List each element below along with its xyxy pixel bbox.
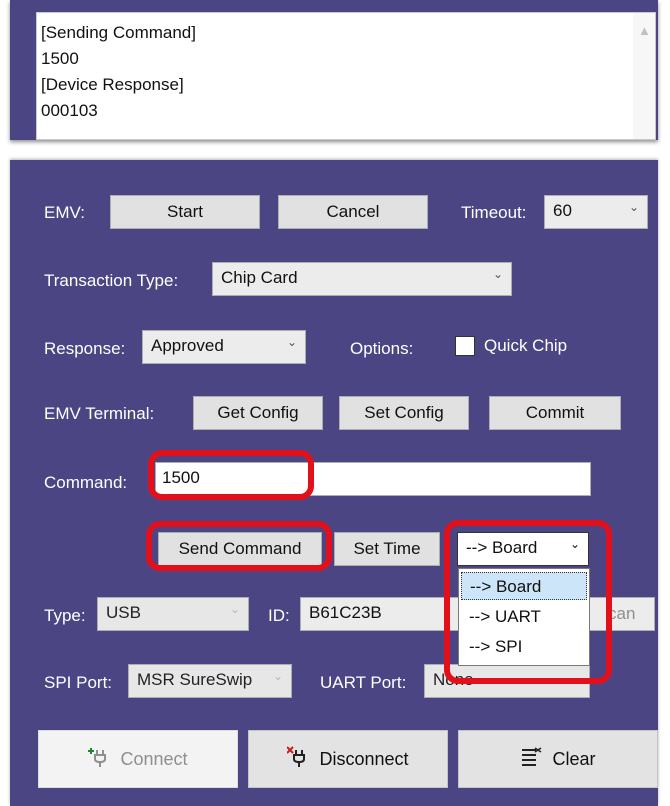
command-value: 1500 (162, 468, 200, 487)
chevron-down-icon: ⌄ (628, 200, 639, 214)
uart-port-select[interactable]: None (424, 664, 590, 698)
response-value: Approved (151, 336, 224, 355)
dropdown-option-board[interactable]: --> Board (461, 572, 587, 600)
chevron-down-icon: ⌄ (272, 669, 283, 683)
transaction-type-value: Chip Card (221, 268, 298, 287)
log-line: [Device Response] (41, 75, 184, 94)
disconnect-label: Disconnect (319, 748, 409, 769)
chevron-down-icon: ⌄ (492, 267, 503, 281)
target-value: --> Board (466, 538, 538, 557)
chevron-down-icon: ⌄ (229, 602, 240, 616)
id-value: B61C23B (309, 603, 382, 622)
transaction-type-label: Transaction Type: (44, 271, 179, 290)
log-line: [Sending Command] (41, 23, 196, 42)
target-select[interactable]: --> Board ⌄ (457, 532, 589, 566)
plug-x-icon (286, 745, 309, 773)
options-label: Options: (350, 339, 414, 358)
quick-chip-label: Quick Chip (484, 336, 568, 355)
spi-port-value: MSR SureSwip (137, 670, 253, 689)
dropdown-option-uart[interactable]: --> UART (461, 603, 587, 631)
get-config-button[interactable]: Get Config (193, 396, 323, 430)
set-time-button[interactable]: Set Time (334, 532, 440, 566)
connect-button[interactable]: Connect (38, 730, 238, 788)
command-input[interactable]: 1500 (155, 462, 591, 496)
transaction-type-select[interactable]: Chip Card ⌄ (212, 262, 512, 296)
type-select[interactable]: USB ⌄ (97, 597, 249, 631)
cancel-button[interactable]: Cancel (278, 195, 428, 229)
send-command-button[interactable]: Send Command (158, 532, 322, 566)
id-label: ID: (268, 606, 290, 625)
target-dropdown-list: --> Board --> UART --> SPI (458, 568, 590, 666)
timeout-select[interactable]: 60 ⌄ (544, 195, 648, 229)
clear-button[interactable]: Clear (458, 730, 658, 788)
commit-button[interactable]: Commit (489, 396, 621, 430)
scroll-up-icon[interactable]: ▲ (638, 23, 651, 38)
emv-label: EMV: (44, 203, 85, 222)
spi-port-label: SPI Port: (44, 673, 113, 692)
uart-port-label: UART Port: (320, 673, 407, 692)
dropdown-option-spi[interactable]: --> SPI (461, 633, 587, 661)
id-field: B61C23B (300, 597, 470, 631)
plug-plus-icon (88, 746, 110, 773)
log-textbox[interactable]: [Sending Command] 1500 [Device Response]… (36, 12, 656, 140)
response-label: Response: (44, 339, 126, 358)
response-select[interactable]: Approved ⌄ (142, 330, 306, 364)
clear-list-icon (520, 746, 542, 773)
start-button[interactable]: Start (110, 195, 260, 229)
uart-port-value: None (433, 670, 474, 689)
quick-chip-checkbox[interactable] (455, 336, 475, 356)
clear-label: Clear (552, 748, 596, 769)
log-line: 000103 (41, 101, 98, 120)
type-value: USB (106, 603, 141, 622)
log-scrollbar[interactable]: ▲ (633, 13, 655, 139)
command-label: Command: (44, 473, 128, 492)
emv-terminal-label: EMV Terminal: (44, 404, 155, 423)
set-config-button[interactable]: Set Config (339, 396, 469, 430)
scan-button[interactable]: can (585, 597, 655, 631)
type-label: Type: (44, 606, 86, 625)
disconnect-button[interactable]: Disconnect (248, 730, 448, 788)
log-line: 1500 (41, 49, 79, 68)
chevron-down-icon: ⌄ (569, 537, 580, 551)
chevron-down-icon: ⌄ (286, 335, 297, 349)
timeout-value: 60 (553, 201, 572, 220)
spi-port-select[interactable]: MSR SureSwip ⌄ (128, 664, 292, 698)
scan-button-label: can (608, 604, 636, 623)
connect-label: Connect (120, 748, 188, 769)
timeout-label: Timeout: (461, 203, 527, 222)
